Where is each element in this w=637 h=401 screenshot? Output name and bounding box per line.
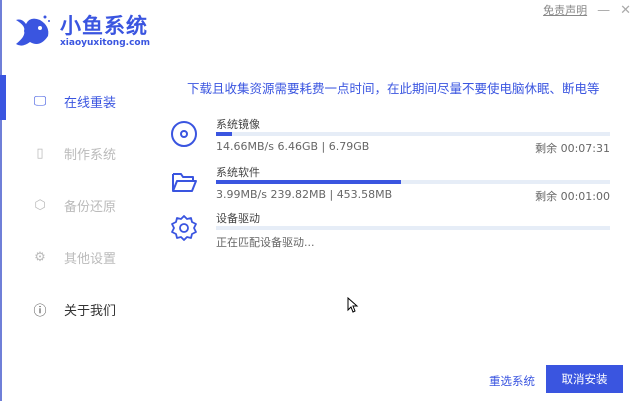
sidebar-item-backup-restore[interactable]: ⬡ 备份还原 bbox=[2, 179, 152, 231]
disclaimer-link[interactable]: 免责声明 bbox=[543, 2, 587, 18]
item-title: 系统软件 bbox=[216, 166, 260, 179]
sidebar-item-make-system[interactable]: ▯ 制作系统 bbox=[2, 127, 152, 179]
item-remaining: 剩余 00:01:00 bbox=[535, 190, 610, 203]
sidebar-item-label: 关于我们 bbox=[64, 303, 117, 319]
sidebar-item-label: 备份还原 bbox=[64, 199, 117, 215]
progress-bar bbox=[216, 132, 610, 136]
sidebar-item-other-settings[interactable]: ⚙ 其他设置 bbox=[2, 231, 152, 283]
progress-bar bbox=[216, 180, 610, 184]
sidebar-item-label: 在线重装 bbox=[64, 95, 117, 111]
close-button[interactable]: ✕ bbox=[620, 3, 631, 18]
app-logo: 小鱼系统 xiaoyuxitong.com bbox=[12, 12, 150, 50]
usb-icon: ▯ bbox=[36, 145, 44, 161]
disc-icon bbox=[171, 121, 197, 147]
app-name: 小鱼系统 bbox=[60, 14, 148, 38]
gear-icon bbox=[171, 215, 197, 241]
item-stats: 正在匹配设备驱动... bbox=[216, 236, 315, 249]
folder-icon bbox=[172, 173, 197, 192]
gear-icon: ⚙ bbox=[34, 249, 46, 265]
progress-bar bbox=[216, 226, 610, 230]
sidebar-item-online-reinstall[interactable]: 🖵 在线重装 bbox=[0, 75, 152, 127]
item-stats: 3.99MB/s 239.82MB | 453.58MB bbox=[216, 188, 393, 201]
sidebar: 🖵 在线重装 ▯ 制作系统 ⬡ 备份还原 ⚙ 其他设置 ⓘ 关于我们 bbox=[0, 75, 152, 335]
info-icon: ⓘ bbox=[33, 303, 47, 319]
app-domain: xiaoyuxitong.com bbox=[60, 38, 150, 48]
fish-logo-icon bbox=[16, 15, 50, 46]
progress-fill bbox=[216, 132, 232, 136]
backup-icon: ⬡ bbox=[34, 197, 46, 213]
reselect-system-button[interactable]: 重选系统 bbox=[489, 373, 535, 389]
cancel-install-button[interactable]: 取消安装 bbox=[546, 365, 623, 393]
item-title: 设备驱动 bbox=[216, 212, 260, 225]
minimize-button[interactable]: — bbox=[597, 3, 610, 18]
monitor-icon: 🖵 bbox=[33, 93, 47, 109]
mouse-cursor-icon bbox=[347, 297, 359, 313]
item-title: 系统镜像 bbox=[216, 118, 260, 131]
item-remaining: 剩余 00:07:31 bbox=[535, 142, 610, 155]
sidebar-item-label: 制作系统 bbox=[64, 147, 117, 163]
sidebar-item-label: 其他设置 bbox=[64, 251, 117, 267]
item-stats: 14.66MB/s 6.46GB | 6.79GB bbox=[216, 140, 370, 153]
sidebar-item-about[interactable]: ⓘ 关于我们 bbox=[2, 283, 152, 335]
notice-text: 下载且收集资源需要耗费一点时间，在此期间尽量不要使电脑休眠、断电等 bbox=[187, 81, 600, 96]
progress-fill bbox=[216, 180, 402, 184]
